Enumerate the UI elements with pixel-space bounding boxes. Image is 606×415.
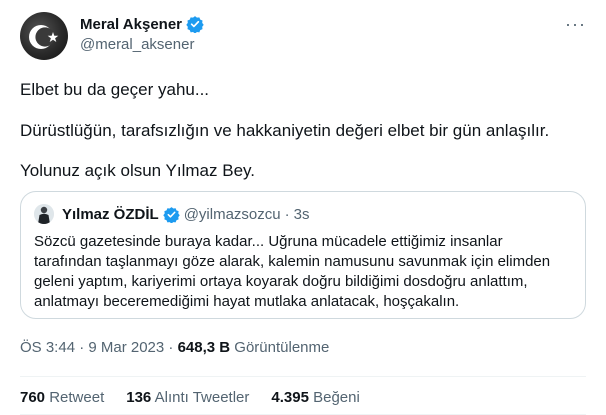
retweets-count: 760	[20, 389, 46, 406]
retweets-label: Retweet	[49, 389, 105, 406]
likes-label: Beğeni	[313, 389, 360, 406]
quoted-tweet-text: Sözcü gazetesinde buraya kadar... Uğruna…	[34, 232, 574, 312]
separator-dot: ·	[284, 205, 290, 223]
divider	[20, 376, 586, 377]
author-handle[interactable]: @meral_aksener	[80, 36, 194, 53]
tweet-meta: ÖS 3:44 · 9 Mar 2023 · 648,3 B Görüntüle…	[20, 339, 329, 356]
views-count: 648,3 B	[177, 339, 231, 356]
quoted-author-avatar	[34, 204, 54, 224]
likes-count: 4.395	[271, 389, 309, 406]
verified-badge-icon	[186, 16, 204, 33]
crescent-star-icon	[29, 25, 59, 49]
quoted-author-name: Yılmaz ÖZDİL	[62, 205, 159, 223]
tweet-timestamp[interactable]: ÖS 3:44 · 9 Mar 2023 ·	[20, 339, 178, 356]
quoted-tweet-header: Yılmaz ÖZDİL @yilmazsozcu · 3s	[34, 204, 309, 224]
quoted-line-4: anlatmayı beceremediğimi hayat mutlaka a…	[34, 293, 460, 310]
engagement-stats: 760 Retweet 136 Alıntı Tweetler 4.395 Be…	[20, 389, 360, 406]
quote-tweets-stat[interactable]: 136 Alıntı Tweetler	[126, 389, 249, 406]
tweet-line-2: Dürüstlüğün, tarafsızlığın ve hakkaniyet…	[20, 121, 550, 140]
quote-tweets-count: 136	[126, 389, 152, 406]
views-label: Görüntülenme	[230, 339, 330, 356]
verified-badge-icon	[162, 206, 180, 223]
quote-tweets-label: Alıntı Tweetler	[154, 389, 250, 406]
author-name[interactable]: Meral Akşener	[80, 16, 182, 33]
quoted-tweet-time: 3s	[293, 205, 310, 223]
likes-stat[interactable]: 4.395 Beğeni	[271, 389, 359, 406]
retweets-stat[interactable]: 760 Retweet	[20, 389, 104, 406]
quoted-author-handle: @yilmazsozcu	[183, 205, 281, 223]
more-options-icon[interactable]: ···	[565, 14, 586, 35]
author-avatar[interactable]	[20, 12, 68, 60]
tweet-line-1: Elbet bu da geçer yahu...	[20, 80, 210, 99]
author-name-row: Meral Akşener	[80, 15, 204, 33]
tweet-line-3: Yolunuz açık olsun Yılmaz Bey.	[20, 161, 255, 180]
quoted-line-2: tarafından taşlanmayı göze alarak, kalem…	[34, 253, 551, 270]
quoted-line-3: geleni yaptım, kariyerimi ortaya koyarak…	[34, 273, 528, 290]
quoted-tweet[interactable]: Yılmaz ÖZDİL @yilmazsozcu · 3s Sözcü gaz…	[20, 191, 586, 319]
person-avatar-icon	[34, 204, 54, 224]
quoted-line-1: Sözcü gazetesinde buraya kadar... Uğruna…	[34, 233, 503, 250]
